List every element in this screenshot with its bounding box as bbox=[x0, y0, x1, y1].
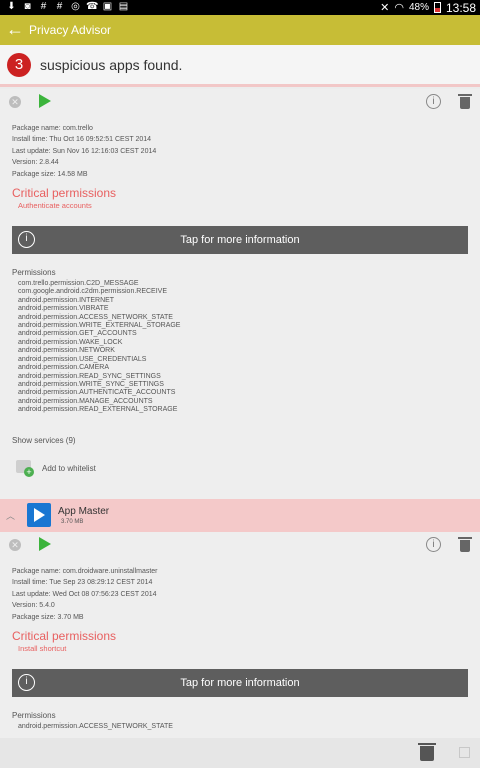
info-icon[interactable]: i bbox=[426, 537, 441, 552]
permission-item: android.permission.WRITE_SYNC_SETTINGS bbox=[18, 380, 164, 388]
uninstall-trash-icon[interactable] bbox=[458, 537, 472, 552]
launch-app-icon[interactable] bbox=[39, 537, 51, 551]
app-header[interactable]: ︿ App Master 3.70 MB bbox=[0, 499, 480, 532]
battery-percent: 48% bbox=[408, 2, 429, 13]
install-time: Install time: Tue Sep 23 08:29:12 CEST 2… bbox=[12, 579, 153, 587]
permission-item: android.permission.ACCESS_NETWORK_STATE bbox=[18, 313, 173, 321]
critical-permission-item: Authenticate accounts bbox=[18, 201, 92, 211]
critical-permissions-title: Critical permissions bbox=[12, 629, 117, 644]
summary-text: suspicious apps found. bbox=[40, 57, 183, 73]
critical-permissions-title: Critical permissions bbox=[12, 186, 117, 201]
phone-icon: ☎ bbox=[86, 1, 99, 12]
chevron-up-icon[interactable]: ︿ bbox=[6, 509, 15, 522]
package-name: Package name: com.trello bbox=[12, 125, 93, 132]
package-size: Package size: 3.70 MB bbox=[12, 613, 84, 621]
plus-icon: + bbox=[24, 466, 34, 477]
permission-item: android.permission.NETWORK bbox=[18, 347, 115, 355]
permission-item: android.permission.GET_ACCOUNTS bbox=[18, 330, 137, 338]
package-details: Package name: com.trello Install time: T… bbox=[0, 123, 480, 180]
permission-item: android.permission.WRITE_EXTERNAL_STORAG… bbox=[18, 322, 181, 330]
more-info-label: Tap for more information bbox=[180, 234, 300, 247]
hashtag-icon-2: # bbox=[56, 1, 63, 12]
download-icon: ⬇ bbox=[7, 1, 16, 12]
critical-permission-item: Install shortcut bbox=[18, 644, 67, 654]
permissions-title: Permissions bbox=[12, 711, 56, 721]
voicemail-icon: ◎ bbox=[71, 1, 80, 12]
uninstall-trash-icon[interactable] bbox=[458, 94, 472, 109]
install-time: Install time: Thu Oct 16 09:52:51 CEST 2… bbox=[12, 136, 152, 144]
app-size: 3.70 MB bbox=[61, 519, 84, 525]
permission-item: android.permission.WAKE_LOCK bbox=[18, 338, 123, 346]
notification-icons: ⬇ ◙ # # ◎ ☎ ▣ ▤ bbox=[6, 1, 129, 12]
battery-icon bbox=[433, 2, 441, 13]
version: Version: 2.8.44 bbox=[12, 159, 59, 167]
package-size: Package size: 14.58 MB bbox=[12, 170, 88, 178]
last-update: Last update: Wed Oct 08 07:56:23 CEST 20… bbox=[12, 590, 157, 598]
add-to-whitelist-button[interactable]: + Add to whitelist bbox=[0, 458, 480, 482]
app-title: Privacy Advisor bbox=[29, 23, 112, 37]
status-bar: ⬇ ◙ # # ◎ ☎ ▣ ▤ ✕ ◠ 48% 13:58 bbox=[0, 0, 480, 15]
card-controls: ✕ i bbox=[0, 532, 480, 560]
info-icon[interactable]: i bbox=[426, 94, 441, 109]
version: Version: 5.4.0 bbox=[12, 602, 55, 610]
more-info-button[interactable]: i Tap for more information bbox=[12, 226, 468, 255]
permission-item: android.permission.ACCESS_NETWORK_STATE bbox=[18, 723, 173, 731]
permission-item: android.permission.READ_EXTERNAL_STORAGE bbox=[18, 406, 178, 414]
add-to-whitelist-label: Add to whitelist bbox=[42, 463, 96, 473]
card-controls: ✕ i bbox=[0, 89, 480, 117]
app-card: ✕ i Package name: com.trello Install tim… bbox=[0, 89, 480, 499]
dismiss-icon[interactable]: ✕ bbox=[9, 539, 21, 551]
permission-item: android.permission.CAMERA bbox=[18, 364, 110, 372]
clock: 13:58 bbox=[445, 0, 476, 15]
summary-banner: 3 suspicious apps found. bbox=[0, 45, 480, 87]
permissions-title: Permissions bbox=[12, 268, 56, 278]
info-icon: i bbox=[18, 231, 35, 249]
show-services-link[interactable]: Show services (9) bbox=[0, 436, 480, 445]
permission-item: android.permission.INTERNET bbox=[18, 296, 115, 304]
briefcase-icon: ▤ bbox=[118, 1, 129, 12]
wifi-icon: ◠ bbox=[394, 2, 404, 14]
dismiss-icon[interactable]: ✕ bbox=[9, 96, 21, 108]
permission-item: com.trello.permission.C2D_MESSAGE bbox=[18, 280, 139, 288]
app-name: App Master bbox=[58, 506, 110, 517]
more-info-label: Tap for more information bbox=[180, 677, 300, 690]
launch-app-icon[interactable] bbox=[39, 94, 51, 108]
permission-item: android.permission.MANAGE_ACCOUNTS bbox=[18, 397, 153, 405]
permissions-list: com.trello.permission.C2D_MESSAGE com.go… bbox=[0, 280, 480, 415]
permission-item: android.permission.USE_CREDENTIALS bbox=[18, 355, 147, 363]
system-icons: ✕ ◠ 48% 13:58 bbox=[380, 0, 476, 15]
mute-icon: ✕ bbox=[380, 2, 390, 14]
permission-item: android.permission.READ_SYNC_SETTINGS bbox=[18, 372, 161, 380]
bottom-action-bar bbox=[0, 738, 480, 768]
notification-icon: ◙ bbox=[24, 1, 31, 12]
last-update: Last update: Sun Nov 16 12:16:03 CEST 20… bbox=[12, 147, 157, 155]
more-info-button[interactable]: i Tap for more information bbox=[12, 669, 468, 698]
package-details: Package name: com.droidware.uninstallmas… bbox=[0, 566, 480, 623]
hashtag-icon: # bbox=[40, 1, 47, 12]
suspicious-count-badge: 3 bbox=[7, 53, 31, 77]
permission-item: android.permission.VIBRATE bbox=[18, 305, 109, 313]
action-bar: ← Privacy Advisor bbox=[0, 15, 480, 45]
package-name: Package name: com.droidware.uninstallmas… bbox=[12, 568, 158, 575]
image-icon: ▣ bbox=[102, 1, 113, 12]
permissions-list: android.permission.ACCESS_NETWORK_STATE bbox=[0, 723, 480, 731]
info-icon: i bbox=[18, 674, 35, 692]
permission-item: com.google.android.c2dm.permission.RECEI… bbox=[18, 288, 168, 296]
app-card: ✕ i Package name: com.droidware.uninstal… bbox=[0, 532, 480, 738]
back-arrow-icon[interactable]: ← bbox=[6, 19, 24, 39]
uninstall-selected-trash-icon[interactable] bbox=[418, 743, 436, 762]
permission-item: android.permission.AUTHENTICATE_ACCOUNTS bbox=[18, 389, 176, 397]
select-all-checkbox[interactable] bbox=[459, 747, 470, 758]
app-master-icon bbox=[27, 503, 51, 527]
